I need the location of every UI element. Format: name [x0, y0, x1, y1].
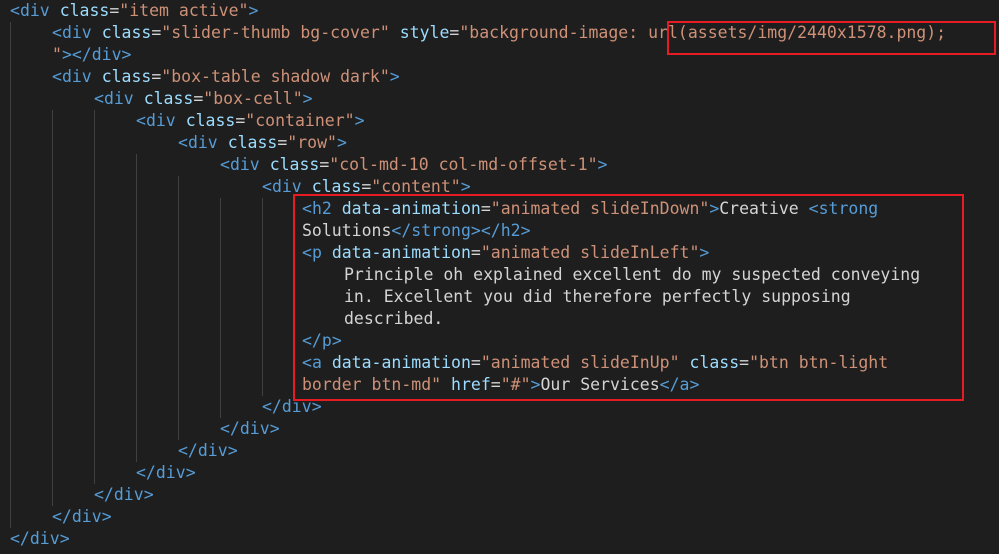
attr-name: class [101, 23, 152, 42]
punct: > [143, 485, 154, 504]
tag-name: div [71, 507, 102, 526]
code-line: <div class="item active"> [10, 0, 258, 22]
attr-value: "background-image [459, 23, 629, 42]
punct: < [94, 89, 104, 108]
punct: < [262, 177, 272, 196]
indent-guide [52, 110, 53, 506]
punct: </ [94, 485, 114, 504]
punct: </ [52, 507, 72, 526]
punct: = [319, 155, 330, 174]
punct: > [354, 111, 365, 130]
code-line: </div> [178, 440, 238, 462]
punct: > [389, 67, 400, 86]
punct: < [10, 1, 20, 20]
attr-value: "item active" [119, 1, 249, 20]
punct: = [449, 23, 460, 42]
punct: </ [178, 441, 198, 460]
punct: > [597, 155, 608, 174]
tag-name: div [113, 485, 144, 504]
tag-name: div [145, 111, 176, 130]
punct: < [178, 133, 188, 152]
closing-tag: ></div> [61, 45, 132, 64]
code-line: <div class="box-cell"> [94, 88, 313, 110]
punct: < [220, 155, 230, 174]
indent-guide [262, 198, 263, 396]
indent-guide [136, 154, 137, 462]
punct: < [52, 67, 62, 86]
attr-name: class [185, 111, 236, 130]
code-line: </div> [10, 528, 70, 550]
punct: </ [220, 419, 240, 438]
punct: = [193, 89, 204, 108]
code-line: </div> [220, 418, 280, 440]
indent-guide [94, 110, 95, 484]
attr-name: class [269, 155, 320, 174]
code-line: <div class="col-md-10 col-md-offset-1"> [220, 154, 607, 176]
code-line: <div class="box-table shadow dark"> [52, 66, 400, 88]
code-line: </div> [136, 462, 196, 484]
code-line: </div> [52, 506, 112, 528]
punct: </ [10, 529, 30, 548]
punct: > [302, 89, 313, 108]
attr-value: : [628, 23, 639, 42]
punct: > [185, 463, 196, 482]
highlight-box-url [667, 21, 996, 55]
attr-value: "box-cell" [203, 89, 303, 108]
code-line: <div class="row"> [178, 132, 347, 154]
punct: </ [262, 397, 282, 416]
tag-name: div [197, 441, 228, 460]
punct: > [336, 133, 347, 152]
punct: </ [136, 463, 156, 482]
attr-value: " [52, 45, 62, 64]
tag-name: div [103, 89, 134, 108]
punct: > [227, 441, 238, 460]
indent-guide [220, 198, 221, 418]
attr-name: style [399, 23, 450, 42]
attr-value: "col-md-10 col-md-offset-1" [329, 155, 598, 174]
attr-value: "box-table shadow dark" [161, 67, 390, 86]
punct: = [151, 67, 162, 86]
punct: = [277, 133, 288, 152]
attr-name: class [143, 89, 194, 108]
punct: > [248, 1, 259, 20]
highlight-box-content [293, 194, 964, 401]
tag-name: div [155, 463, 186, 482]
punct: = [151, 23, 162, 42]
tag-name: div [61, 23, 92, 42]
tag-name: div [29, 529, 60, 548]
attr-value: "slider-thumb bg-cover" [161, 23, 390, 42]
attr-value: "container" [245, 111, 355, 130]
code-line: "></div> [52, 44, 131, 66]
attr-name: class [227, 133, 278, 152]
indent-guide [10, 22, 11, 528]
indent-guide [178, 176, 179, 440]
punct: = [235, 111, 246, 130]
tag-name: div [239, 419, 270, 438]
attr-name: class [101, 67, 152, 86]
tag-name: div [229, 155, 260, 174]
punct: > [269, 419, 280, 438]
code-line: <div class="container"> [136, 110, 365, 132]
code-editor[interactable]: <div class="item active"> <div class="sl… [0, 0, 999, 554]
tag-name: div [187, 133, 218, 152]
tag-name: div [61, 67, 92, 86]
punct: < [136, 111, 146, 130]
code-line: </div> [94, 484, 154, 506]
punct: = [109, 1, 120, 20]
punct: > [59, 529, 70, 548]
punct: > [101, 507, 112, 526]
attr-name: class [59, 1, 110, 20]
tag-name: div [19, 1, 50, 20]
punct: < [52, 23, 62, 42]
attr-value: "row" [287, 133, 337, 152]
